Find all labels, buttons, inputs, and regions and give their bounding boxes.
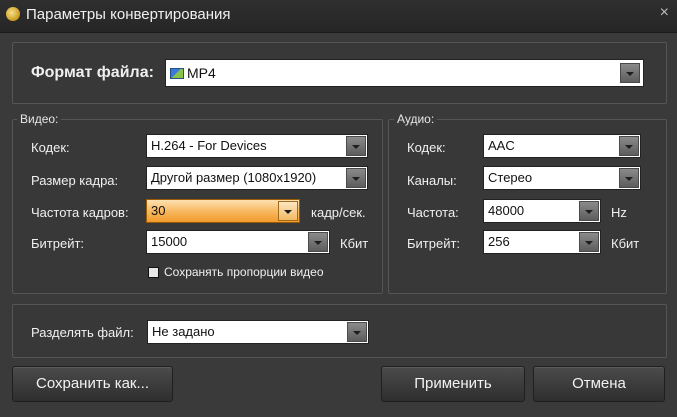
audio-group-label: Аудио: <box>394 112 438 126</box>
audio-bitrate-label: Битрейт: <box>407 236 461 251</box>
keep-aspect-checkbox[interactable] <box>148 267 159 278</box>
video-format-icon <box>170 68 184 79</box>
video-group-label: Видео: <box>17 112 62 126</box>
fps-dropdown-button[interactable] <box>278 201 298 221</box>
window-title: Параметры конвертирования <box>26 6 231 23</box>
video-bitrate-value: 15000 <box>151 234 188 249</box>
audio-freq-value: 48000 <box>488 203 525 218</box>
fps-label: Частота кадров: <box>31 205 129 220</box>
format-panel: Формат файла: MP4 <box>12 42 667 104</box>
audio-bitrate-value: 256 <box>488 234 510 249</box>
keep-aspect-label: Сохранять пропорции видео <box>164 265 324 279</box>
frame-size-label: Размер кадра: <box>31 173 119 188</box>
split-value: Не задано <box>152 324 215 339</box>
video-bitrate-dropdown-button[interactable] <box>308 232 328 252</box>
channels-dropdown-button[interactable] <box>619 168 639 188</box>
apply-button[interactable]: Применить <box>381 366 525 402</box>
split-select[interactable]: Не задано <box>147 320 369 344</box>
close-icon[interactable]: × <box>660 4 669 22</box>
audio-freq-select[interactable]: 48000 <box>483 199 601 223</box>
video-bitrate-label: Битрейт: <box>31 236 85 251</box>
audio-codec-label: Кодек: <box>407 140 446 155</box>
video-codec-select[interactable]: H.264 - For Devices <box>146 134 368 158</box>
audio-freq-unit: Hz <box>611 205 627 220</box>
audio-bitrate-select[interactable]: 256 <box>483 230 601 254</box>
video-codec-dropdown-button[interactable] <box>346 136 366 156</box>
audio-codec-dropdown-button[interactable] <box>619 136 639 156</box>
audio-freq-label: Частота: <box>407 205 459 220</box>
channels-value: Стерео <box>488 170 533 185</box>
audio-codec-value: AAC <box>488 138 515 153</box>
frame-size-value: Другой размер (1080x1920) <box>151 170 317 185</box>
audio-freq-dropdown-button[interactable] <box>579 201 599 221</box>
video-bitrate-unit: Кбит <box>340 236 369 251</box>
fps-select[interactable]: 30 <box>146 199 300 223</box>
save-as-button[interactable]: Сохранить как... <box>12 366 173 402</box>
video-bitrate-select[interactable]: 15000 <box>146 230 330 254</box>
split-label: Разделять файл: <box>31 325 134 340</box>
title-bar: Параметры конвертирования × <box>0 0 677 33</box>
video-codec-value: H.264 - For Devices <box>151 138 267 153</box>
app-logo-icon <box>6 7 20 21</box>
fps-value: 30 <box>151 203 166 218</box>
format-label: Формат файла: <box>31 64 154 81</box>
format-select[interactable]: MP4 <box>165 59 644 87</box>
video-codec-label: Кодек: <box>31 140 70 155</box>
channels-select[interactable]: Стерео <box>483 166 641 190</box>
split-dropdown-button[interactable] <box>347 322 367 342</box>
format-dropdown-button[interactable] <box>620 63 640 83</box>
channels-label: Каналы: <box>407 173 457 188</box>
format-value: MP4 <box>187 65 216 81</box>
frame-size-select[interactable]: Другой размер (1080x1920) <box>146 166 368 190</box>
audio-bitrate-unit: Кбит <box>611 236 640 251</box>
frame-size-dropdown-button[interactable] <box>346 168 366 188</box>
fps-unit: кадр/сек. <box>311 205 366 220</box>
split-panel: Разделять файл: Не задано <box>12 304 667 358</box>
audio-bitrate-dropdown-button[interactable] <box>579 232 599 252</box>
cancel-button[interactable]: Отмена <box>533 366 665 402</box>
audio-codec-select[interactable]: AAC <box>483 134 641 158</box>
